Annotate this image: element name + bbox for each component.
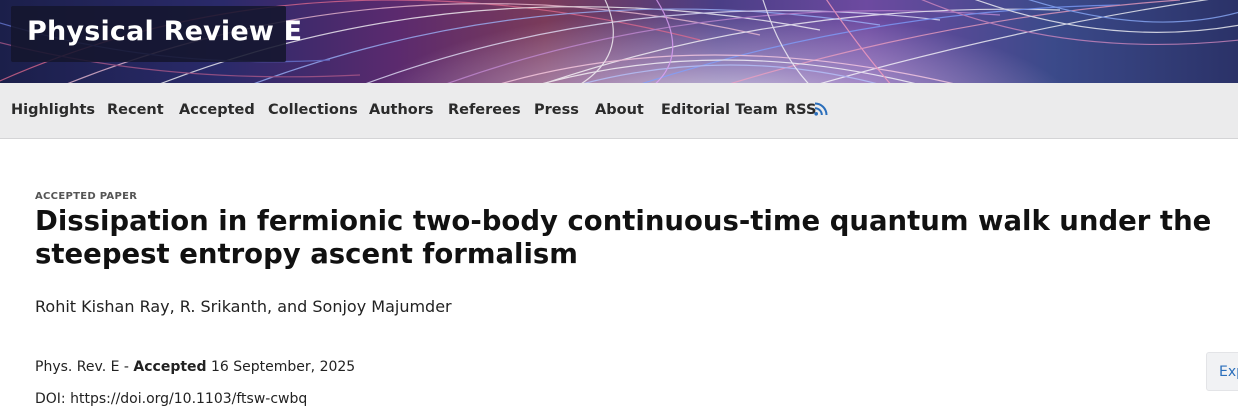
- nav-highlights[interactable]: Highlights: [11, 102, 95, 118]
- publication-info: Phys. Rev. E - Accepted 16 September, 20…: [35, 359, 355, 375]
- accepted-date: 16 September, 2025: [206, 359, 356, 375]
- nav-referees[interactable]: Referees: [448, 102, 521, 118]
- nav-collections[interactable]: Collections: [268, 102, 358, 118]
- nav-recent[interactable]: Recent: [107, 102, 164, 118]
- journal-title[interactable]: Physical Review E: [27, 16, 302, 47]
- rss-feed-icon[interactable]: [814, 102, 828, 116]
- main-navigation: Highlights Recent Accepted Collections A…: [0, 83, 1238, 139]
- export-label: Exp: [1219, 364, 1238, 380]
- article-authors: Rohit Kishan Ray, R. Srikanth, and Sonjo…: [35, 297, 452, 316]
- doi-link[interactable]: https://doi.org/10.1103/ftsw-cwbq: [70, 391, 307, 407]
- nav-editorial-team[interactable]: Editorial Team: [661, 102, 778, 118]
- nav-accepted[interactable]: Accepted: [179, 102, 255, 118]
- nav-rss[interactable]: RSS: [785, 102, 816, 118]
- nav-press[interactable]: Press: [534, 102, 579, 118]
- doi-prefix: DOI:: [35, 391, 71, 407]
- journal-banner: Physical Review E: [0, 0, 1238, 83]
- status-label: Accepted: [133, 359, 207, 375]
- article-status-kicker: ACCEPTED PAPER: [35, 191, 138, 202]
- article-title: Dissipation in fermionic two-body contin…: [35, 205, 1212, 270]
- journal-abbrev: Phys. Rev. E -: [35, 359, 134, 375]
- doi-info: DOI: https://doi.org/10.1103/ftsw-cwbq: [35, 391, 307, 407]
- nav-authors[interactable]: Authors: [369, 102, 434, 118]
- export-citation-button[interactable]: Exp: [1206, 352, 1238, 391]
- nav-about[interactable]: About: [595, 102, 644, 118]
